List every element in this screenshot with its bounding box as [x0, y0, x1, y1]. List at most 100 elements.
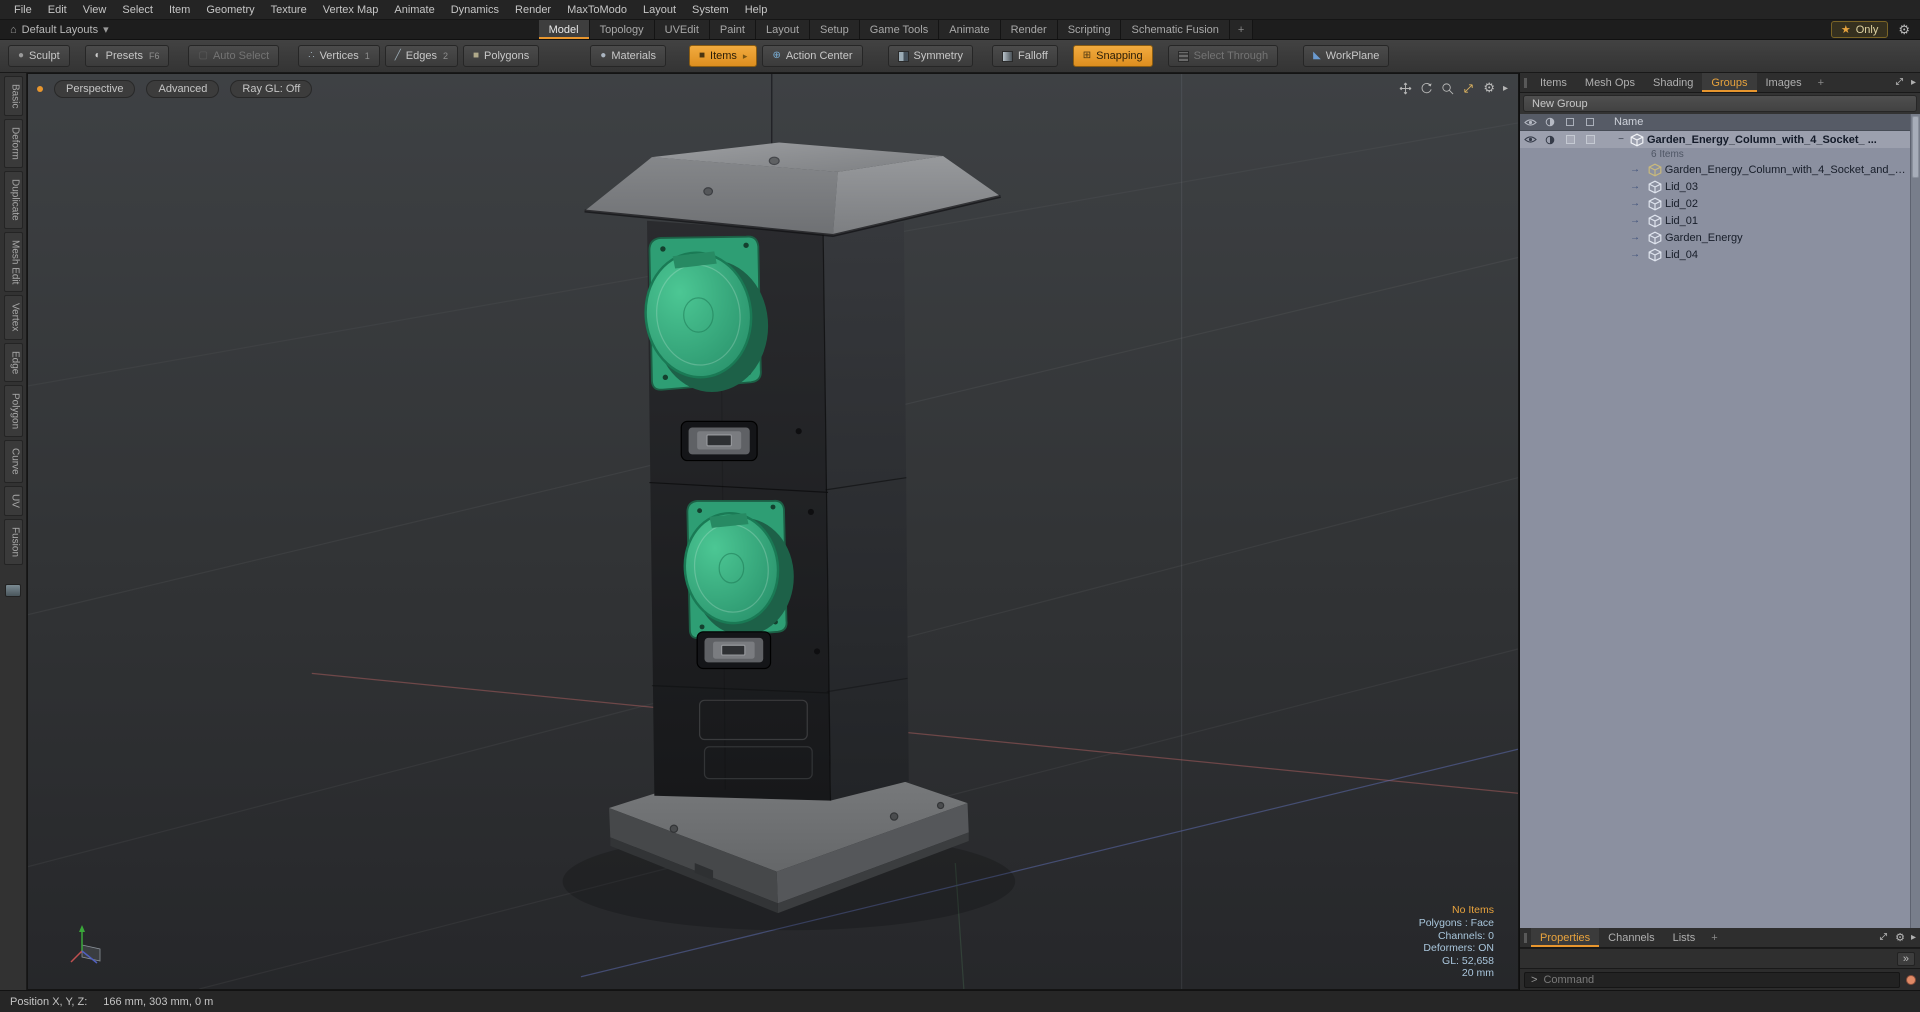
materials-button[interactable]: ● Materials [590, 45, 666, 67]
symmetry-button[interactable]: Symmetry [887, 45, 973, 67]
tree-row[interactable]: → Lid_02 [1520, 195, 1920, 212]
tree-scrollbar[interactable] [1910, 114, 1920, 928]
tree-row[interactable]: → Garden_Energy [1520, 229, 1920, 246]
maximize-viewport-icon[interactable] [1462, 82, 1475, 95]
strip-tab-edge[interactable]: Edge [3, 342, 23, 383]
raygl-button[interactable]: Ray GL: Off [230, 80, 313, 98]
menu-system[interactable]: System [684, 2, 737, 18]
strip-tab-curve[interactable]: Curve [3, 440, 23, 483]
panel-gear-icon[interactable]: ⚙ [1895, 931, 1905, 944]
new-group-button[interactable]: New Group [1523, 95, 1917, 112]
zoom-icon[interactable] [1441, 82, 1454, 95]
tab-paint[interactable]: Paint [709, 20, 756, 39]
action-center-button[interactable]: ⊕ Action Center [762, 45, 863, 67]
items-mode-button[interactable]: ■ Items ▸ [688, 45, 758, 67]
strip-tab-deform[interactable]: Deform [3, 119, 23, 169]
auto-select-button[interactable]: ▢ Auto Select [188, 45, 280, 67]
command-history-dot-icon[interactable] [1906, 974, 1916, 985]
workplane-button[interactable]: ◣ WorkPlane [1303, 45, 1390, 67]
tab-render[interactable]: Render [1000, 20, 1058, 39]
tab-lists[interactable]: Lists [1664, 928, 1705, 947]
tree-row[interactable]: → Garden_Energy_Column_with_4_Socket_and… [1520, 161, 1920, 178]
menu-view[interactable]: View [75, 2, 115, 18]
menu-edit[interactable]: Edit [40, 2, 75, 18]
eye-icon[interactable] [1520, 135, 1540, 144]
menu-texture[interactable]: Texture [263, 2, 315, 18]
falloff-button[interactable]: Falloff [992, 45, 1058, 67]
tab-model[interactable]: Model [538, 20, 590, 39]
menu-item[interactable]: Item [161, 2, 198, 18]
tab-topology[interactable]: Topology [589, 20, 655, 39]
group-checkbox[interactable] [1560, 135, 1580, 144]
expand-properties-button[interactable]: » [1896, 951, 1915, 966]
pan-icon[interactable] [1399, 82, 1412, 95]
command-field[interactable]: > [1524, 971, 1900, 988]
tree-row[interactable]: → Lid_03 [1520, 178, 1920, 195]
select-through-button[interactable]: Select Through [1167, 45, 1279, 67]
tab-game-tools[interactable]: Game Tools [859, 20, 940, 39]
panel-flyout-arrow-icon[interactable]: ▸ [1911, 77, 1916, 88]
viewport-options-gear-icon[interactable]: ⚙ [1483, 80, 1495, 96]
menu-help[interactable]: Help [737, 2, 776, 18]
strip-tab-fusion[interactable]: Fusion [3, 518, 23, 565]
tab-channels[interactable]: Channels [1599, 928, 1663, 947]
add-layout-tab-button[interactable]: + [1229, 20, 1254, 39]
presets-button[interactable]: ◐ Presets F6 [84, 45, 170, 67]
only-toggle[interactable]: ★ Only [1830, 21, 1889, 38]
gear-icon[interactable]: ⚙ [1898, 22, 1910, 38]
strip-tab-duplicate[interactable]: Duplicate [3, 171, 23, 229]
tab-shading[interactable]: Shading [1644, 73, 1702, 92]
panel-flyout-arrow-icon[interactable]: ▸ [1911, 932, 1916, 943]
tab-schematic-fusion[interactable]: Schematic Fusion [1121, 20, 1230, 39]
command-input[interactable] [1543, 973, 1893, 986]
expand-panel-icon[interactable] [1878, 929, 1889, 947]
tab-scripting[interactable]: Scripting [1057, 20, 1122, 39]
tree-row[interactable]: → Lid_04 [1520, 246, 1920, 263]
tab-properties[interactable]: Properties [1531, 928, 1600, 947]
menu-geometry[interactable]: Geometry [198, 2, 262, 18]
render-toggle-icon[interactable] [1540, 135, 1560, 145]
tree-row[interactable]: → Lid_01 [1520, 212, 1920, 229]
expander-icon[interactable]: − [1615, 134, 1627, 145]
expand-panel-icon[interactable] [1894, 74, 1905, 92]
default-layouts-button[interactable]: ⌂ Default Layouts ▾ [0, 20, 119, 39]
menu-layout[interactable]: Layout [635, 2, 684, 18]
viewport-mode-dot[interactable] [37, 86, 43, 92]
vertices-mode-button[interactable]: ∴ Vertices 1 [298, 45, 380, 67]
add-panel-tab-button[interactable]: + [1811, 73, 1831, 92]
tab-images[interactable]: Images [1757, 73, 1811, 92]
strip-tab-uv[interactable]: UV [3, 485, 23, 516]
tab-layout[interactable]: Layout [755, 20, 810, 39]
menu-file[interactable]: File [6, 2, 40, 18]
rotate-view-icon[interactable] [1420, 82, 1433, 95]
strip-tab-basic[interactable]: Basic [3, 76, 23, 117]
edges-mode-button[interactable]: ╱ Edges 2 [384, 45, 458, 67]
menu-maxtomodo[interactable]: MaxToModo [559, 2, 635, 18]
scrollbar-thumb[interactable] [1912, 116, 1919, 178]
tree-row-group[interactable]: − Garden_Energy_Column_with_4_Socket_ ..… [1520, 131, 1920, 148]
strip-palette-icon[interactable] [5, 583, 21, 597]
tab-setup[interactable]: Setup [810, 20, 860, 39]
add-panel-tab-button[interactable]: + [1704, 928, 1724, 947]
polygons-mode-button[interactable]: ■ Polygons [462, 45, 540, 67]
group-checkbox[interactable] [1580, 135, 1600, 144]
tab-uvedit[interactable]: UVEdit [654, 20, 710, 39]
menu-animate[interactable]: Animate [386, 2, 442, 18]
shading-mode-button[interactable]: Advanced [146, 80, 220, 98]
viewport-canvas[interactable] [28, 74, 1518, 989]
menu-select[interactable]: Select [114, 2, 161, 18]
strip-tab-mesh-edit[interactable]: Mesh Edit [3, 231, 23, 293]
menu-vertex-map[interactable]: Vertex Map [315, 2, 387, 18]
tab-animate[interactable]: Animate [939, 20, 1001, 39]
menu-dynamics[interactable]: Dynamics [443, 2, 507, 18]
tab-items[interactable]: Items [1531, 73, 1576, 92]
tab-mesh-ops[interactable]: Mesh Ops [1576, 73, 1644, 92]
menu-render[interactable]: Render [507, 2, 559, 18]
strip-tab-polygon[interactable]: Polygon [3, 385, 23, 438]
snapping-button[interactable]: ⊞ Snapping [1072, 45, 1153, 67]
viewport-flyout-arrow-icon[interactable]: ▸ [1503, 83, 1508, 94]
perspective-button[interactable]: Perspective [54, 80, 136, 98]
sculpt-button[interactable]: ● Sculpt [8, 45, 70, 67]
tab-groups[interactable]: Groups [1702, 73, 1757, 92]
strip-tab-vertex[interactable]: Vertex [3, 295, 23, 340]
